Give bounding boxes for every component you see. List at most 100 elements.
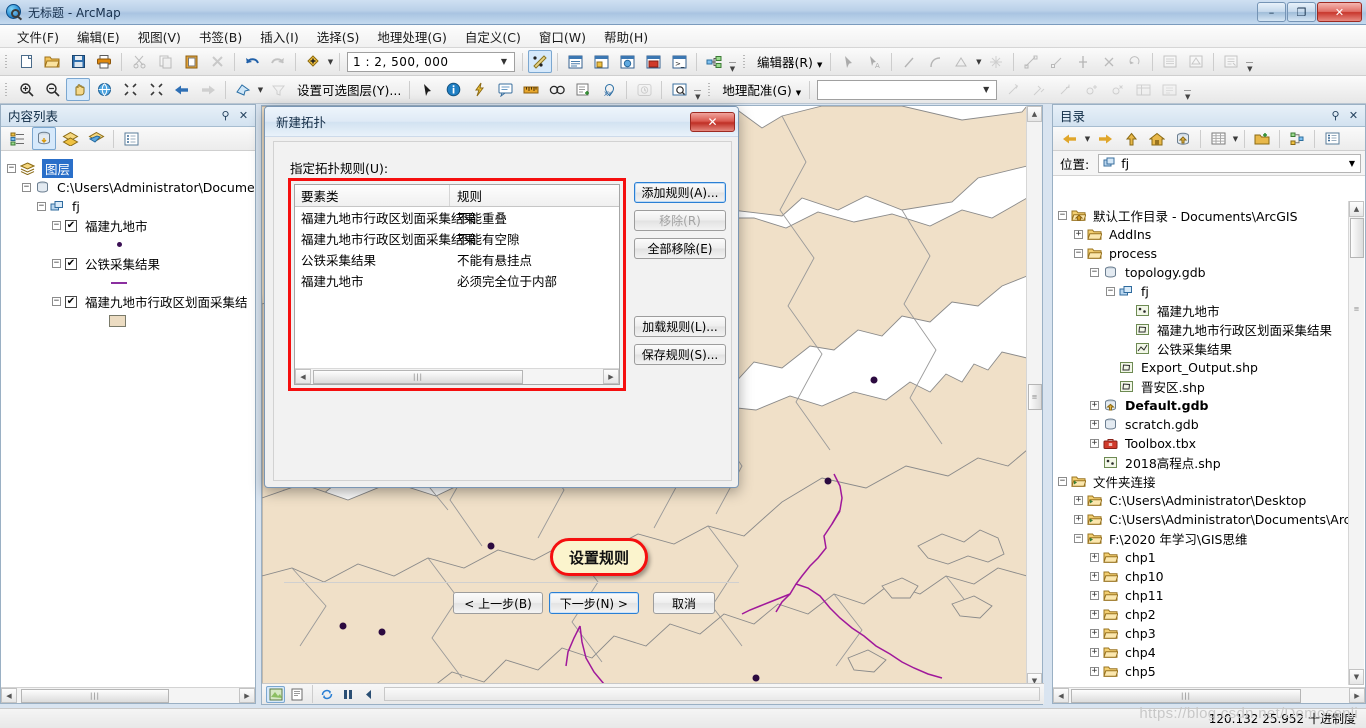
forward-icon[interactable] xyxy=(1093,127,1117,150)
catalog-tree-item[interactable]: + chp10 xyxy=(1058,567,1350,586)
georef-toolbar-grip[interactable] xyxy=(706,80,713,100)
toc-horizontal-scrollbar[interactable]: ◀ ||| ▶ xyxy=(1,687,255,703)
catalog-tree-item[interactable]: + AddIns xyxy=(1058,225,1350,244)
toc-expander-icon[interactable]: − xyxy=(52,297,61,306)
refresh-view-icon[interactable] xyxy=(317,686,336,703)
undo-icon[interactable] xyxy=(240,50,264,73)
create-viewer-window-icon[interactable] xyxy=(667,78,691,101)
layer-visibility-checkbox[interactable]: ✔ xyxy=(65,295,77,308)
data-view-icon[interactable] xyxy=(266,685,285,703)
scroll-up-icon[interactable]: ▲ xyxy=(1027,106,1042,122)
catalog-tree-item[interactable]: − 文件夹连接 xyxy=(1058,472,1350,491)
scroll-left-icon[interactable]: ◀ xyxy=(1,688,17,703)
toolbar-grip[interactable] xyxy=(3,52,10,72)
toc-tree-item[interactable] xyxy=(7,273,255,292)
catalog-tree-item[interactable]: − fj xyxy=(1058,282,1350,301)
catalog-options-icon[interactable] xyxy=(1320,127,1344,150)
editor-toolbar-icon[interactable] xyxy=(528,50,552,73)
save-rules-button[interactable]: 保存规则(S)... xyxy=(634,344,726,365)
rules-hscroll-track[interactable]: ||| xyxy=(311,369,603,384)
scroll-right-icon[interactable]: ▶ xyxy=(603,369,619,384)
fixed-zoom-in-icon[interactable] xyxy=(118,78,142,101)
catalog-vscroll-thumb[interactable] xyxy=(1349,218,1364,258)
catalog-tree-item[interactable]: 晋安区.shp xyxy=(1058,377,1350,396)
menu-item-2[interactable]: 编辑(E) xyxy=(68,24,129,49)
add-data-dropdown-icon[interactable]: ▼ xyxy=(326,52,335,72)
home-icon[interactable] xyxy=(1145,127,1169,150)
scroll-left-icon[interactable]: ◀ xyxy=(295,369,311,384)
save-icon[interactable] xyxy=(66,50,90,73)
scroll-left-icon[interactable]: ◀ xyxy=(1053,688,1069,703)
catalog-hscroll-thumb[interactable]: ||| xyxy=(1071,688,1301,703)
layer-visibility-checkbox[interactable]: ✔ xyxy=(65,257,77,270)
full-extent-icon[interactable] xyxy=(92,78,116,101)
toc-tree-item[interactable] xyxy=(7,235,255,254)
toc-expander-icon[interactable]: − xyxy=(37,202,46,211)
menu-item-7[interactable]: 地理处理(G) xyxy=(368,24,455,49)
arctoolbox-icon[interactable] xyxy=(641,50,665,73)
catalog-expander-icon[interactable]: + xyxy=(1090,667,1099,676)
catalog-expander-icon[interactable]: + xyxy=(1090,401,1099,410)
catalog-expander-icon[interactable]: + xyxy=(1090,439,1099,448)
toc-tree-item[interactable] xyxy=(7,311,255,330)
catalog-tree-item[interactable]: − F:\2020 年学习\GIS思维 xyxy=(1058,529,1350,548)
back-dropdown-icon[interactable]: ▼ xyxy=(1083,129,1092,149)
add-rule-button[interactable]: 添加规则(A)... xyxy=(634,182,726,203)
chevron-down-icon[interactable]: ▼ xyxy=(978,81,994,99)
hyperlink-icon[interactable] xyxy=(467,78,491,101)
catalog-expander-icon[interactable]: − xyxy=(1058,477,1067,486)
maximize-button[interactable]: ❐ xyxy=(1287,2,1316,22)
catalog-expander-icon[interactable]: + xyxy=(1090,572,1099,581)
catalog-tree-item[interactable]: + chp5 xyxy=(1058,662,1350,681)
cancel-button[interactable]: 取消 xyxy=(652,592,715,614)
connect-to-folder-icon[interactable] xyxy=(1250,127,1274,150)
rules-list[interactable]: 要素类 规则 福建九地市行政区划面采集结果 不能重叠 福建九地市行政区划面采集结果不… xyxy=(294,184,620,385)
editor-toolbar-grip[interactable] xyxy=(741,52,748,72)
catalog-tree-item[interactable]: + chp11 xyxy=(1058,586,1350,605)
open-icon[interactable] xyxy=(40,50,64,73)
go-to-xy-icon[interactable]: XY xyxy=(597,78,621,101)
map-vertical-scrollbar[interactable]: ▲ ≡ ▼ xyxy=(1026,106,1042,689)
catalog-expander-icon[interactable]: + xyxy=(1090,591,1099,600)
layout-view-icon[interactable] xyxy=(287,686,306,703)
layer-visibility-checkbox[interactable]: ✔ xyxy=(65,219,77,232)
catalog-expander-icon[interactable]: + xyxy=(1074,515,1083,524)
rule-row[interactable]: 福建九地市行政区划面采集结果 不能有空隙 xyxy=(295,228,619,249)
catalog-tree-item[interactable]: Export_Output.shp xyxy=(1058,358,1350,377)
toolbar-overflow-icon[interactable]: ▼ xyxy=(727,50,738,74)
toc-expander-icon[interactable]: − xyxy=(7,164,16,173)
catalog-tree-item[interactable]: + chp2 xyxy=(1058,605,1350,624)
toc-expander-icon[interactable]: − xyxy=(52,259,61,268)
rule-row[interactable]: 福建九地市 必须完全位于内部 xyxy=(295,270,619,291)
go-back-extent-icon[interactable] xyxy=(170,78,194,101)
previous-extent-icon[interactable] xyxy=(359,686,378,703)
new-map-icon[interactable] xyxy=(14,50,38,73)
menu-item-9[interactable]: 窗口(W) xyxy=(530,24,595,49)
toc-tree-item[interactable]: − ✔ 福建九地市 xyxy=(7,216,255,235)
list-by-selection-icon[interactable] xyxy=(84,127,108,150)
catalog-tree-item[interactable]: 公铁采集结果 xyxy=(1058,339,1350,358)
print-icon[interactable] xyxy=(92,50,116,73)
up-one-level-icon[interactable] xyxy=(1119,127,1143,150)
menu-item-10[interactable]: 帮助(H) xyxy=(595,24,657,49)
catalog-tree-item[interactable]: 2018高程点.shp xyxy=(1058,453,1350,472)
toc-tree-item[interactable]: − fj xyxy=(7,197,255,216)
close-button[interactable]: ✕ xyxy=(1317,2,1362,22)
catalog-tree-item[interactable]: − topology.gdb xyxy=(1058,263,1350,282)
chevron-down-icon[interactable]: ▼ xyxy=(1344,159,1360,168)
toggle-tree-icon[interactable] xyxy=(1285,127,1309,150)
catalog-tree-item[interactable]: + scratch.gdb xyxy=(1058,415,1350,434)
add-data-icon[interactable] xyxy=(301,50,325,73)
selectable-layers-button[interactable]: 设置可选图层(Y)... xyxy=(291,78,405,101)
menu-item-6[interactable]: 选择(S) xyxy=(308,24,369,49)
georef-layer-combo[interactable]: ▼ xyxy=(817,79,998,100)
chevron-down-icon[interactable]: ▼ xyxy=(496,53,512,71)
select-dropdown-icon[interactable]: ▼ xyxy=(256,80,265,100)
toc-tree-item[interactable]: − ✔ 公铁采集结果 xyxy=(7,254,255,273)
python-window-icon[interactable]: >_ xyxy=(667,50,691,73)
identify-icon[interactable] xyxy=(441,78,465,101)
scroll-up-icon[interactable]: ▲ xyxy=(1349,201,1364,217)
dialog-close-button[interactable]: ✕ xyxy=(690,111,735,132)
rules-list-body[interactable]: 福建九地市行政区划面采集结果 不能重叠 福建九地市行政区划面采集结果 不能有空隙 公铁采… xyxy=(295,207,619,368)
paste-icon[interactable] xyxy=(179,50,203,73)
